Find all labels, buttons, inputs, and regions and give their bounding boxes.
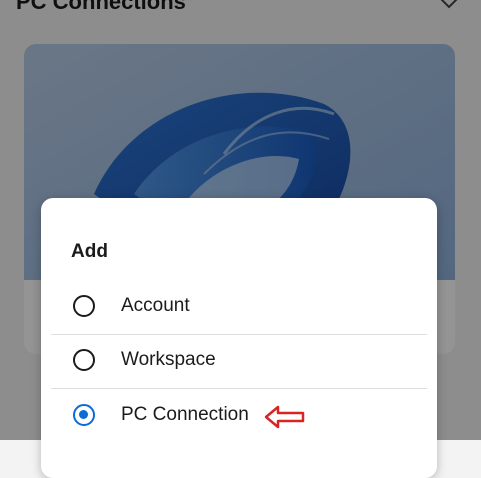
option-account[interactable]: Account [51,281,427,335]
radio-button-checked[interactable] [73,404,95,426]
divider [51,388,427,389]
radio-button-unchecked[interactable] [73,349,95,371]
option-label: Workspace [121,349,216,370]
radio-button-unchecked[interactable] [73,295,95,317]
dialog-title: Add [71,241,108,262]
option-pc-connection[interactable]: PC Connection [51,390,427,444]
option-workspace[interactable]: Workspace [51,335,427,389]
add-dialog: Add Account Workspace PC Connection [41,198,437,478]
option-label: PC Connection [121,404,249,425]
arrow-left-outline-icon [264,405,305,429]
option-label: Account [121,295,190,316]
